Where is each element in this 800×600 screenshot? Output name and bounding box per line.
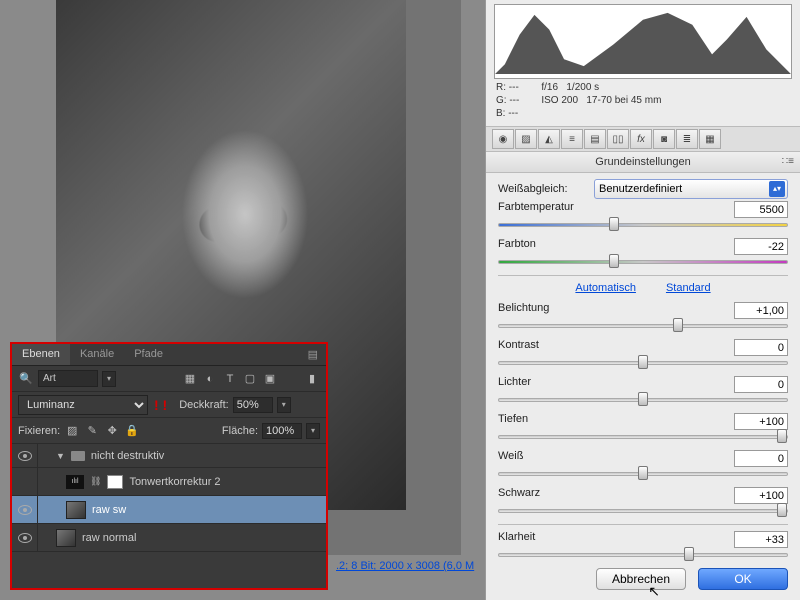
lock-all-icon[interactable]: 🔒 — [124, 423, 140, 439]
lock-brush-icon[interactable]: ✎ — [84, 423, 100, 439]
whites-slider[interactable]: Weiß — [498, 450, 788, 479]
annotation-mark: ! ! — [152, 397, 169, 413]
highlights-slider[interactable]: Lichter — [498, 376, 788, 405]
rgb-readout: R: ---G: ---B: --- — [496, 81, 519, 120]
layer-name: Tonwertkorrektur 2 — [129, 476, 220, 488]
shadows-input[interactable] — [734, 413, 788, 430]
default-link[interactable]: Standard — [666, 282, 711, 294]
image-info-link[interactable]: .2; 8 Bit; 2000 x 3008 (6,0 M — [336, 560, 474, 572]
lens-tab-icon[interactable]: ▯▯ — [607, 129, 629, 149]
lock-move-icon[interactable]: ✥ — [104, 423, 120, 439]
lock-label: Fixieren: — [18, 425, 60, 437]
blacks-slider[interactable]: Schwarz — [498, 487, 788, 516]
hsl-tab-icon[interactable]: ≡ — [561, 129, 583, 149]
blacks-input[interactable] — [734, 487, 788, 504]
layer-group-row[interactable]: ▼ nicht destruktiv — [12, 444, 326, 468]
clarity-input[interactable] — [734, 531, 788, 548]
curve-tab-icon[interactable]: ▨ — [515, 129, 537, 149]
exposure-input[interactable] — [734, 302, 788, 319]
layer-row[interactable]: raw normal — [12, 524, 326, 552]
white-balance-select[interactable]: Benutzerdefiniert▴▾ — [594, 179, 788, 199]
expand-icon[interactable]: ▼ — [56, 451, 65, 461]
layer-thumb — [56, 529, 76, 547]
tab-paths[interactable]: Pfade — [124, 344, 173, 365]
filter-pixel-icon[interactable]: ▦ — [182, 371, 198, 387]
layers-panel: Ebenen Kanäle Pfade ▤ 🔍 ▾ ▦ ◐ T ▢ ▣ ▮ Lu… — [10, 342, 328, 590]
tab-channels[interactable]: Kanäle — [70, 344, 124, 365]
fx-tab-icon[interactable]: fx — [630, 129, 652, 149]
contrast-input[interactable] — [734, 339, 788, 356]
tab-strip: ◉ ▨ ◭ ≡ ▤ ▯▯ fx ◙ ≣ ▦ — [486, 126, 800, 152]
cursor-icon: ↖ — [648, 583, 660, 600]
layer-filter-input[interactable] — [38, 370, 98, 387]
filter-shape-icon[interactable]: ▢ — [242, 371, 258, 387]
camera-tab-icon[interactable]: ◙ — [653, 129, 675, 149]
opacity-label: Deckkraft: — [179, 399, 229, 411]
select-arrows-icon: ▴▾ — [769, 181, 785, 197]
split-tab-icon[interactable]: ▤ — [584, 129, 606, 149]
fill-dropdown-icon[interactable]: ▾ — [306, 423, 320, 439]
folder-icon — [71, 451, 85, 461]
basic-tab-icon[interactable]: ◉ — [492, 129, 514, 149]
ok-button[interactable]: OK — [698, 568, 788, 590]
snapshots-tab-icon[interactable]: ▦ — [699, 129, 721, 149]
visibility-toggle[interactable] — [12, 524, 38, 551]
filter-smart-icon[interactable]: ▣ — [262, 371, 278, 387]
layer-row-selected[interactable]: raw sw — [12, 496, 326, 524]
section-menu-icon[interactable]: ∷≡ — [782, 156, 794, 167]
layer-mask-icon[interactable] — [107, 475, 123, 489]
exif-readout: f/16 1/200 s ISO 200 17-70 bei 45 mm — [541, 81, 661, 120]
group-name: nicht destruktiv — [91, 450, 164, 462]
clarity-slider[interactable]: Klarheit — [498, 531, 788, 560]
blend-mode-select[interactable]: Luminanz — [18, 395, 148, 415]
visibility-toggle[interactable] — [12, 444, 38, 467]
fill-label: Fläche: — [222, 425, 258, 437]
whites-input[interactable] — [734, 450, 788, 467]
presets-tab-icon[interactable]: ≣ — [676, 129, 698, 149]
fill-input[interactable] — [262, 423, 302, 439]
link-icon: ⛓ — [90, 476, 101, 487]
tint-slider[interactable]: Farbton — [498, 238, 788, 267]
detail-tab-icon[interactable]: ◭ — [538, 129, 560, 149]
exposure-slider[interactable]: Belichtung — [498, 302, 788, 331]
layer-list: ▼ nicht destruktiv ılıl ⛓ Tonwertkorrekt… — [12, 444, 326, 552]
histogram — [494, 4, 792, 79]
temperature-input[interactable] — [734, 201, 788, 218]
contrast-slider[interactable]: Kontrast — [498, 339, 788, 368]
highlights-input[interactable] — [734, 376, 788, 393]
visibility-toggle[interactable] — [12, 468, 38, 495]
filter-type-icon[interactable]: T — [222, 371, 238, 387]
layer-thumb — [66, 501, 86, 519]
tab-layers[interactable]: Ebenen — [12, 344, 70, 365]
lock-transparent-icon[interactable]: ▨ — [64, 423, 80, 439]
visibility-toggle[interactable] — [12, 496, 38, 523]
auto-link[interactable]: Automatisch — [575, 282, 636, 294]
section-title: Grundeinstellungen∷≡ — [486, 152, 800, 173]
tint-input[interactable] — [734, 238, 788, 255]
levels-icon: ılıl — [66, 475, 84, 489]
opacity-input[interactable] — [233, 397, 273, 413]
filter-adjust-icon[interactable]: ◐ — [202, 371, 218, 387]
filter-dropdown-icon[interactable]: ▾ — [102, 371, 116, 387]
panel-menu-icon[interactable]: ▤ — [300, 344, 326, 365]
cancel-button[interactable]: Abbrechen — [596, 568, 686, 590]
search-icon: 🔍 — [18, 371, 34, 387]
wb-label: Weißabgleich: — [498, 183, 594, 195]
opacity-dropdown-icon[interactable]: ▾ — [277, 397, 291, 413]
temperature-slider[interactable]: Farbtemperatur — [498, 201, 788, 230]
camera-raw-panel: R: ---G: ---B: --- f/16 1/200 s ISO 200 … — [485, 0, 800, 600]
layer-name: raw normal — [82, 532, 136, 544]
filter-toggle-icon[interactable]: ▮ — [304, 371, 320, 387]
shadows-slider[interactable]: Tiefen — [498, 413, 788, 442]
layer-name: raw sw — [92, 504, 126, 516]
adjustment-layer-row[interactable]: ılıl ⛓ Tonwertkorrektur 2 — [12, 468, 326, 496]
